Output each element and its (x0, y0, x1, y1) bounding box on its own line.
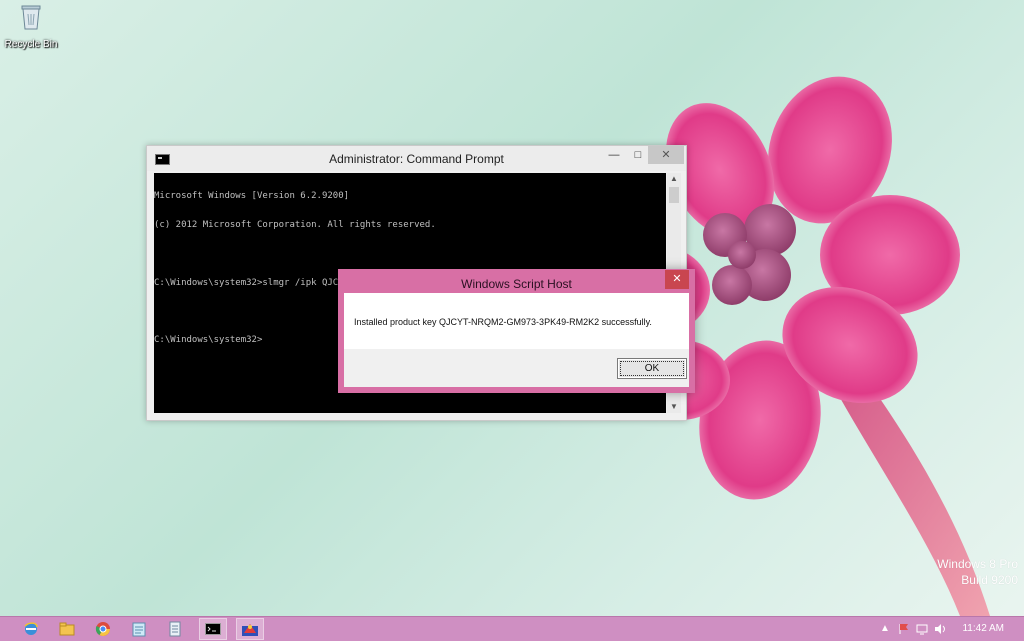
desktop-icon-label: Recycle Bin (4, 39, 58, 50)
volume-icon[interactable] (934, 623, 946, 635)
dialog-footer: OK (344, 349, 689, 387)
action-center-flag-icon[interactable] (898, 623, 910, 635)
dialog-message: Installed product key QJCYT-NRQM2-GM973-… (354, 317, 652, 327)
taskbar-item-chrome[interactable] (89, 618, 117, 640)
dialog-title: Windows Script Host (461, 277, 572, 291)
document-icon (169, 621, 181, 637)
ok-button[interactable]: OK (617, 358, 687, 379)
console-line: (c) 2012 Microsoft Corporation. All righ… (154, 219, 436, 230)
cmd-close-button[interactable]: ✕ (648, 146, 684, 164)
cmd-minimize-button[interactable]: — (602, 146, 626, 164)
taskbar: ▲ 11:42 AM (0, 616, 1024, 641)
tray-show-hidden-icon[interactable]: ▲ (880, 623, 890, 634)
dialog-close-button[interactable]: ✕ (665, 270, 689, 289)
os-watermark: Windows 8 Pro Build 9200 (937, 556, 1018, 588)
internet-explorer-icon (24, 622, 38, 635)
network-icon[interactable] (916, 623, 928, 635)
script-host-dialog[interactable]: Windows Script Host ✕ Installed product … (338, 269, 695, 393)
command-prompt-icon (205, 623, 221, 635)
taskbar-item-document[interactable] (161, 618, 189, 640)
taskbar-item-internet-explorer[interactable] (17, 618, 45, 640)
desktop: Recycle Bin Windows 8 Pro Build 9200 Adm… (0, 0, 1024, 616)
taskbar-item-notepad[interactable] (125, 618, 153, 640)
cmd-maximize-button[interactable]: □ (626, 146, 650, 164)
watermark-edition: Windows 8 Pro (937, 557, 1018, 571)
taskbar-clock[interactable]: 11:42 AM (962, 623, 1004, 634)
system-tray: ▲ 11:42 AM (874, 617, 1024, 641)
notepad-icon (132, 622, 146, 637)
taskbar-item-file-explorer[interactable] (53, 618, 81, 640)
watermark-build: Build 9200 (961, 573, 1018, 587)
file-explorer-icon (59, 622, 75, 636)
desktop-icon-recycle-bin[interactable]: Recycle Bin (4, 4, 58, 50)
recycle-bin-icon (21, 5, 41, 30)
scroll-thumb[interactable] (669, 187, 679, 203)
scroll-up-icon[interactable]: ▲ (667, 173, 681, 185)
console-line: Microsoft Windows [Version 6.2.9200] (154, 191, 350, 202)
dialog-body: Installed product key QJCYT-NRQM2-GM973-… (344, 293, 689, 349)
cmd-titlebar[interactable]: Administrator: Command Prompt — □ ✕ (147, 146, 686, 171)
taskbar-item-command-prompt[interactable] (199, 618, 227, 640)
script-host-icon (242, 624, 258, 636)
chrome-icon (95, 622, 110, 636)
scroll-down-icon[interactable]: ▼ (667, 401, 681, 413)
taskbar-item-script-host[interactable] (236, 618, 264, 640)
